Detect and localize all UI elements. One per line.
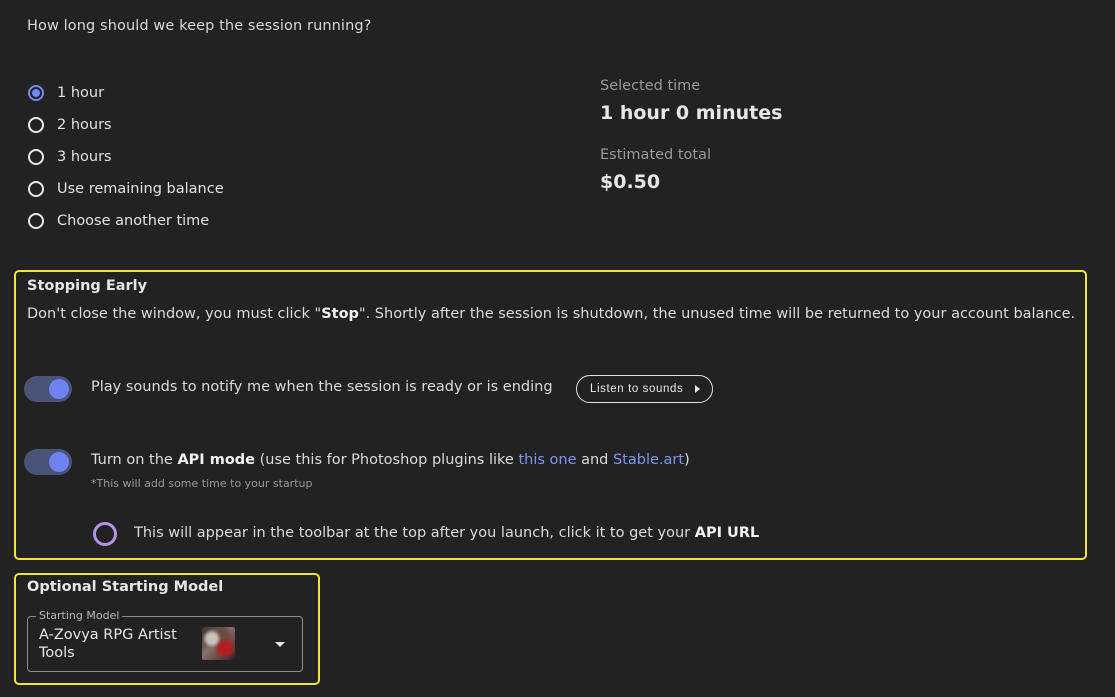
- duration-radio-group: 1 hour 2 hours 3 hours Use remaining bal…: [28, 77, 224, 237]
- starting-model-title: Optional Starting Model: [27, 579, 224, 595]
- duration-option-remaining-balance[interactable]: Use remaining balance: [28, 173, 224, 205]
- toggle-knob: [49, 452, 69, 472]
- session-settings-page: How long should we keep the session runn…: [0, 0, 1115, 697]
- session-duration-question: How long should we keep the session runn…: [27, 18, 372, 34]
- duration-option-label: 2 hours: [57, 117, 112, 133]
- duration-option-3-hours[interactable]: 3 hours: [28, 141, 224, 173]
- duration-option-label: 3 hours: [57, 149, 112, 165]
- estimated-total-value: $0.50: [600, 171, 661, 193]
- photoshop-plugin-link[interactable]: this one: [518, 452, 576, 468]
- duration-option-1-hour[interactable]: 1 hour: [28, 77, 224, 109]
- radio-button[interactable]: [28, 117, 44, 133]
- duration-option-custom-time[interactable]: Choose another time: [28, 205, 224, 237]
- api-prefix: Turn on the: [91, 452, 178, 468]
- starting-model-select[interactable]: Starting Model A-Zovya RPG Artist Tools: [27, 609, 303, 672]
- api-url-keyword: API URL: [694, 525, 760, 541]
- stopping-early-description: Don't close the window, you must click "…: [27, 306, 1075, 322]
- api-suffix: ): [684, 452, 690, 468]
- api-mode-note: *This will add some time to your startup: [91, 477, 313, 490]
- sounds-toggle[interactable]: [24, 376, 72, 402]
- selected-time-label: Selected time: [600, 78, 701, 94]
- api-mode-toggle[interactable]: [24, 449, 72, 475]
- stopping-early-title: Stopping Early: [27, 278, 148, 294]
- api-url-hint: This will appear in the toolbar at the t…: [134, 525, 759, 541]
- api-mode-option-text: Turn on the API mode (use this for Photo…: [91, 452, 690, 468]
- radio-button-checked[interactable]: [28, 85, 44, 101]
- starting-model-field-label: Starting Model: [36, 609, 123, 623]
- api-ring-icon: [93, 522, 117, 546]
- sounds-option-text: Play sounds to notify me when the sessio…: [91, 379, 553, 395]
- toggle-knob: [49, 379, 69, 399]
- api-and: and: [576, 452, 613, 468]
- api-middle: (use this for Photoshop plugins like: [255, 452, 519, 468]
- stable-art-link[interactable]: Stable.art: [613, 452, 684, 468]
- duration-option-2-hours[interactable]: 2 hours: [28, 109, 224, 141]
- play-icon: [695, 385, 701, 393]
- estimated-total-label: Estimated total: [600, 147, 712, 163]
- listen-to-sounds-button[interactable]: Listen to sounds: [576, 375, 714, 403]
- model-thumbnail: [202, 627, 235, 660]
- description-prefix: Don't close the window, you must click ": [27, 306, 322, 322]
- selected-time-value: 1 hour 0 minutes: [600, 102, 783, 124]
- duration-option-label: 1 hour: [57, 85, 105, 101]
- duration-option-label: Use remaining balance: [57, 181, 224, 197]
- listen-button-label: Listen to sounds: [590, 383, 684, 395]
- cost-summary: Selected time 1 hour 0 minutes Estimated…: [600, 78, 782, 193]
- radio-button[interactable]: [28, 181, 44, 197]
- stopping-early-section: Stopping Early Don't close the window, y…: [14, 270, 1087, 560]
- radio-button[interactable]: [28, 213, 44, 229]
- api-mode-keyword: API mode: [177, 452, 256, 468]
- duration-option-label: Choose another time: [57, 213, 210, 229]
- api-hint-text: This will appear in the toolbar at the t…: [134, 525, 695, 541]
- chevron-down-icon[interactable]: [275, 642, 285, 647]
- stop-keyword: Stop: [321, 306, 359, 322]
- radio-button[interactable]: [28, 149, 44, 165]
- starting-model-value: A-Zovya RPG Artist Tools: [39, 627, 177, 661]
- starting-model-section: Optional Starting Model Starting Model A…: [14, 573, 320, 685]
- description-suffix: ". Shortly after the session is shutdown…: [358, 306, 1076, 322]
